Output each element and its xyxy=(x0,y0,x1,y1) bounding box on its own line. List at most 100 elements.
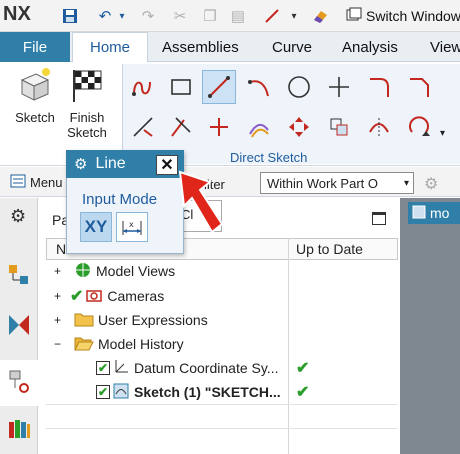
gear-icon[interactable]: ⚙ xyxy=(10,206,26,227)
tree-row-datum-csys[interactable]: ✔ Datum Coordinate Sy... xyxy=(46,356,398,380)
make-corner-icon[interactable] xyxy=(202,110,236,144)
redo-icon[interactable]: ↷ xyxy=(138,6,158,26)
close-button[interactable]: ✕ xyxy=(156,155,178,175)
scope-filter-dropdown[interactable]: Within Work Part O ▾ xyxy=(260,172,414,194)
constraint-navigator-icon[interactable] xyxy=(6,312,32,338)
line-tool-icon-selected[interactable] xyxy=(202,70,236,104)
scope-filter-value: Within Work Part O xyxy=(267,175,379,191)
red-arrow-pointer xyxy=(178,170,224,234)
model-views-icon xyxy=(74,261,92,282)
part-navigator-icon xyxy=(6,368,32,394)
parameter-mode-button[interactable]: x xyxy=(116,212,148,242)
tree-row-label: Datum Coordinate Sy... xyxy=(134,360,279,376)
tree-row-label: Model History xyxy=(98,336,184,352)
tab-view[interactable]: View xyxy=(430,32,460,62)
tab-assemblies[interactable]: Assemblies xyxy=(162,32,239,62)
tab-curve[interactable]: Curve xyxy=(272,32,312,62)
settings-gear-icon[interactable]: ⚙ xyxy=(74,155,87,173)
input-mode-label: Input Mode xyxy=(82,191,158,208)
menu-button[interactable]: Menu xyxy=(10,174,63,191)
finish-sketch-label: Finish Sketch xyxy=(67,110,107,140)
checkered-flag-icon xyxy=(73,70,102,102)
line-dialog-title: Line xyxy=(95,155,126,172)
more-tools-icon[interactable]: ▾ xyxy=(440,128,445,139)
sketch-label: Sketch xyxy=(15,110,55,125)
tree-row-user-expressions[interactable]: + User Expressions xyxy=(46,308,398,332)
undo-dropdown-icon[interactable]: ▾ xyxy=(112,6,132,26)
assembly-navigator-icon[interactable] xyxy=(6,262,32,288)
sketch-button[interactable]: Sketch xyxy=(10,66,60,156)
switch-window-label: Switch Window xyxy=(366,8,460,24)
collapse-icon[interactable]: − xyxy=(54,337,64,351)
xy-label: XY xyxy=(84,217,108,236)
svg-text:x: x xyxy=(129,220,134,229)
direct-sketch-group-label: Direct Sketch xyxy=(230,150,308,165)
tree-row-cameras[interactable]: + ✔ Cameras xyxy=(46,284,398,308)
xy-mode-button[interactable]: XY xyxy=(80,212,112,242)
selection-settings-icon[interactable]: ⚙ xyxy=(424,174,438,194)
tree-row-label: Cameras xyxy=(107,288,165,304)
maximize-icon[interactable] xyxy=(372,212,386,225)
line-tool-icon[interactable] xyxy=(262,6,282,26)
save-icon[interactable] xyxy=(60,6,80,26)
circle-tool-icon[interactable] xyxy=(282,70,316,104)
chamfer-tool-icon[interactable] xyxy=(402,70,436,104)
camera-icon xyxy=(85,286,103,307)
row-divider xyxy=(46,404,398,405)
menu-icon xyxy=(10,174,26,191)
profile-tool-icon[interactable] xyxy=(126,70,160,104)
row-divider xyxy=(46,428,398,429)
graphics-tab[interactable]: mo xyxy=(408,202,460,224)
expand-icon[interactable]: + xyxy=(54,289,64,303)
reuse-library-icon[interactable] xyxy=(6,416,32,442)
column-header-name[interactable]: N xyxy=(56,241,66,257)
sketch-feature-icon xyxy=(112,382,130,403)
checkbox-checked[interactable]: ✔ xyxy=(96,361,110,375)
graphics-window[interactable] xyxy=(400,198,460,454)
copy-icon[interactable]: ❐ xyxy=(200,6,220,26)
quick-trim-icon[interactable] xyxy=(126,110,160,144)
sketch-icon xyxy=(20,68,50,101)
eraser-icon[interactable] xyxy=(310,6,330,26)
switch-window-icon xyxy=(346,7,362,26)
open-folder-icon xyxy=(74,335,94,354)
offset-curve-icon[interactable] xyxy=(242,110,276,144)
parameter-mode-icon: x xyxy=(122,220,142,235)
expand-icon[interactable]: + xyxy=(54,264,64,278)
checkbox-checked[interactable]: ✔ xyxy=(96,385,110,399)
tree-row-label: User Expressions xyxy=(98,312,208,328)
quick-extend-icon[interactable] xyxy=(164,110,198,144)
rectangle-tool-icon[interactable] xyxy=(164,70,198,104)
column-header-uptodate[interactable]: Up to Date xyxy=(296,241,363,257)
tree-row-sketch[interactable]: ✔ Sketch (1) "SKETCH... xyxy=(46,380,398,404)
tree-row-label: Sketch (1) "SKETCH... xyxy=(134,384,281,400)
line-dropdown-icon[interactable]: ▾ xyxy=(284,6,304,26)
graphics-tab-label: mo xyxy=(430,205,450,221)
checkmark-icon: ✔ xyxy=(70,288,84,305)
move-curve-icon[interactable] xyxy=(282,110,316,144)
finish-sketch-button[interactable]: Finish Sketch xyxy=(62,66,112,156)
uptodate-check-icon: ✔ xyxy=(296,360,310,377)
tree-row-model-history[interactable]: − Model History xyxy=(46,332,398,356)
arc-tool-icon[interactable] xyxy=(242,70,276,104)
rotate-curve-icon[interactable] xyxy=(402,110,436,144)
mirror-curve-icon[interactable] xyxy=(362,110,396,144)
cut-icon[interactable]: ✂ xyxy=(170,6,190,26)
paste-icon[interactable]: ▤ xyxy=(228,6,248,26)
tab-analysis[interactable]: Analysis xyxy=(342,32,398,62)
tab-home[interactable]: Home xyxy=(72,32,148,62)
pattern-curve-icon[interactable] xyxy=(322,110,356,144)
part-icon xyxy=(412,205,426,222)
expand-icon[interactable]: + xyxy=(54,313,64,327)
point-tool-icon[interactable] xyxy=(322,70,356,104)
fillet-tool-icon[interactable] xyxy=(362,70,396,104)
tab-file[interactable]: File xyxy=(0,32,70,62)
tree-row-label: Model Views xyxy=(96,263,176,279)
menu-label: Menu xyxy=(30,175,63,190)
switch-window-button[interactable]: Switch Window xyxy=(346,6,460,26)
chevron-down-icon: ▾ xyxy=(403,177,409,189)
nx-logo: NX xyxy=(3,3,31,25)
uptodate-check-icon: ✔ xyxy=(296,384,310,401)
tree-row-model-views[interactable]: + Model Views xyxy=(46,259,398,283)
folder-icon xyxy=(74,311,94,330)
